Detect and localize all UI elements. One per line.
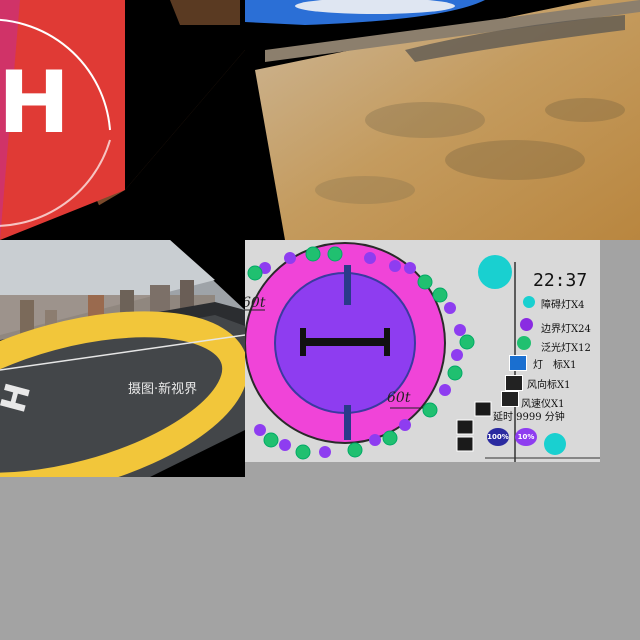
- brightness-100-label: 100%: [487, 433, 509, 441]
- legend-boundary-light: 边界灯X24: [541, 324, 591, 335]
- boundary-light-icon: [520, 318, 533, 331]
- legend-windsock: 风向标X1: [527, 380, 571, 391]
- panel-clock: 22:37: [533, 270, 588, 291]
- brightness-100-button[interactable]: 100%: [487, 428, 509, 446]
- obstacle-light-icon: [523, 296, 535, 308]
- rooftop-helipad-photo: H 摄图·新视界: [0, 240, 245, 477]
- anemometer-icon: [501, 391, 519, 407]
- helipad-control-panel: 60t 60t 22:37 障碍灯X4 边界灯X24 泛光灯X12 灯 标X1 …: [245, 240, 600, 462]
- rooftop-scene: [0, 240, 245, 477]
- floodlight-icon: [517, 336, 531, 350]
- delay-label: 延时 9999 分钟: [493, 412, 565, 423]
- red-helipad-photo: H: [0, 0, 245, 240]
- watermark-text: 摄图·新视界: [128, 382, 198, 397]
- desert-aerial-photo: [245, 0, 640, 240]
- brightness-10-label: 10%: [517, 433, 535, 441]
- windsock-icon: [505, 375, 523, 391]
- legend-floodlight: 泛光灯X12: [541, 343, 591, 354]
- ring-label-right: 60t: [387, 390, 411, 406]
- beacon-icon: [509, 355, 527, 371]
- legend-obstacle-light: 障碍灯X4: [541, 300, 585, 311]
- desert-landscape: [245, 0, 640, 240]
- legend-beacon: 灯 标X1: [533, 360, 577, 371]
- red-pad-letter: H: [0, 53, 70, 153]
- ring-label-left: 60t: [245, 295, 266, 311]
- brightness-10-button[interactable]: 10%: [515, 428, 537, 446]
